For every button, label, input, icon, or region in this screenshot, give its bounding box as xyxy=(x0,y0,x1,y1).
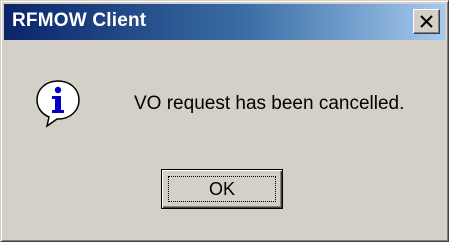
close-icon xyxy=(420,15,433,28)
information-icon xyxy=(36,80,80,128)
window-title: RFMOW Client xyxy=(12,10,147,31)
ok-button-label: OK xyxy=(208,179,235,199)
close-button[interactable] xyxy=(413,9,440,34)
message-dialog: RFMOW Client VO request has been cancell… xyxy=(0,0,449,242)
ok-button[interactable]: OK xyxy=(161,169,283,209)
title-bar[interactable]: RFMOW Client xyxy=(4,4,445,40)
dialog-message: VO request has been cancelled. xyxy=(134,93,405,114)
